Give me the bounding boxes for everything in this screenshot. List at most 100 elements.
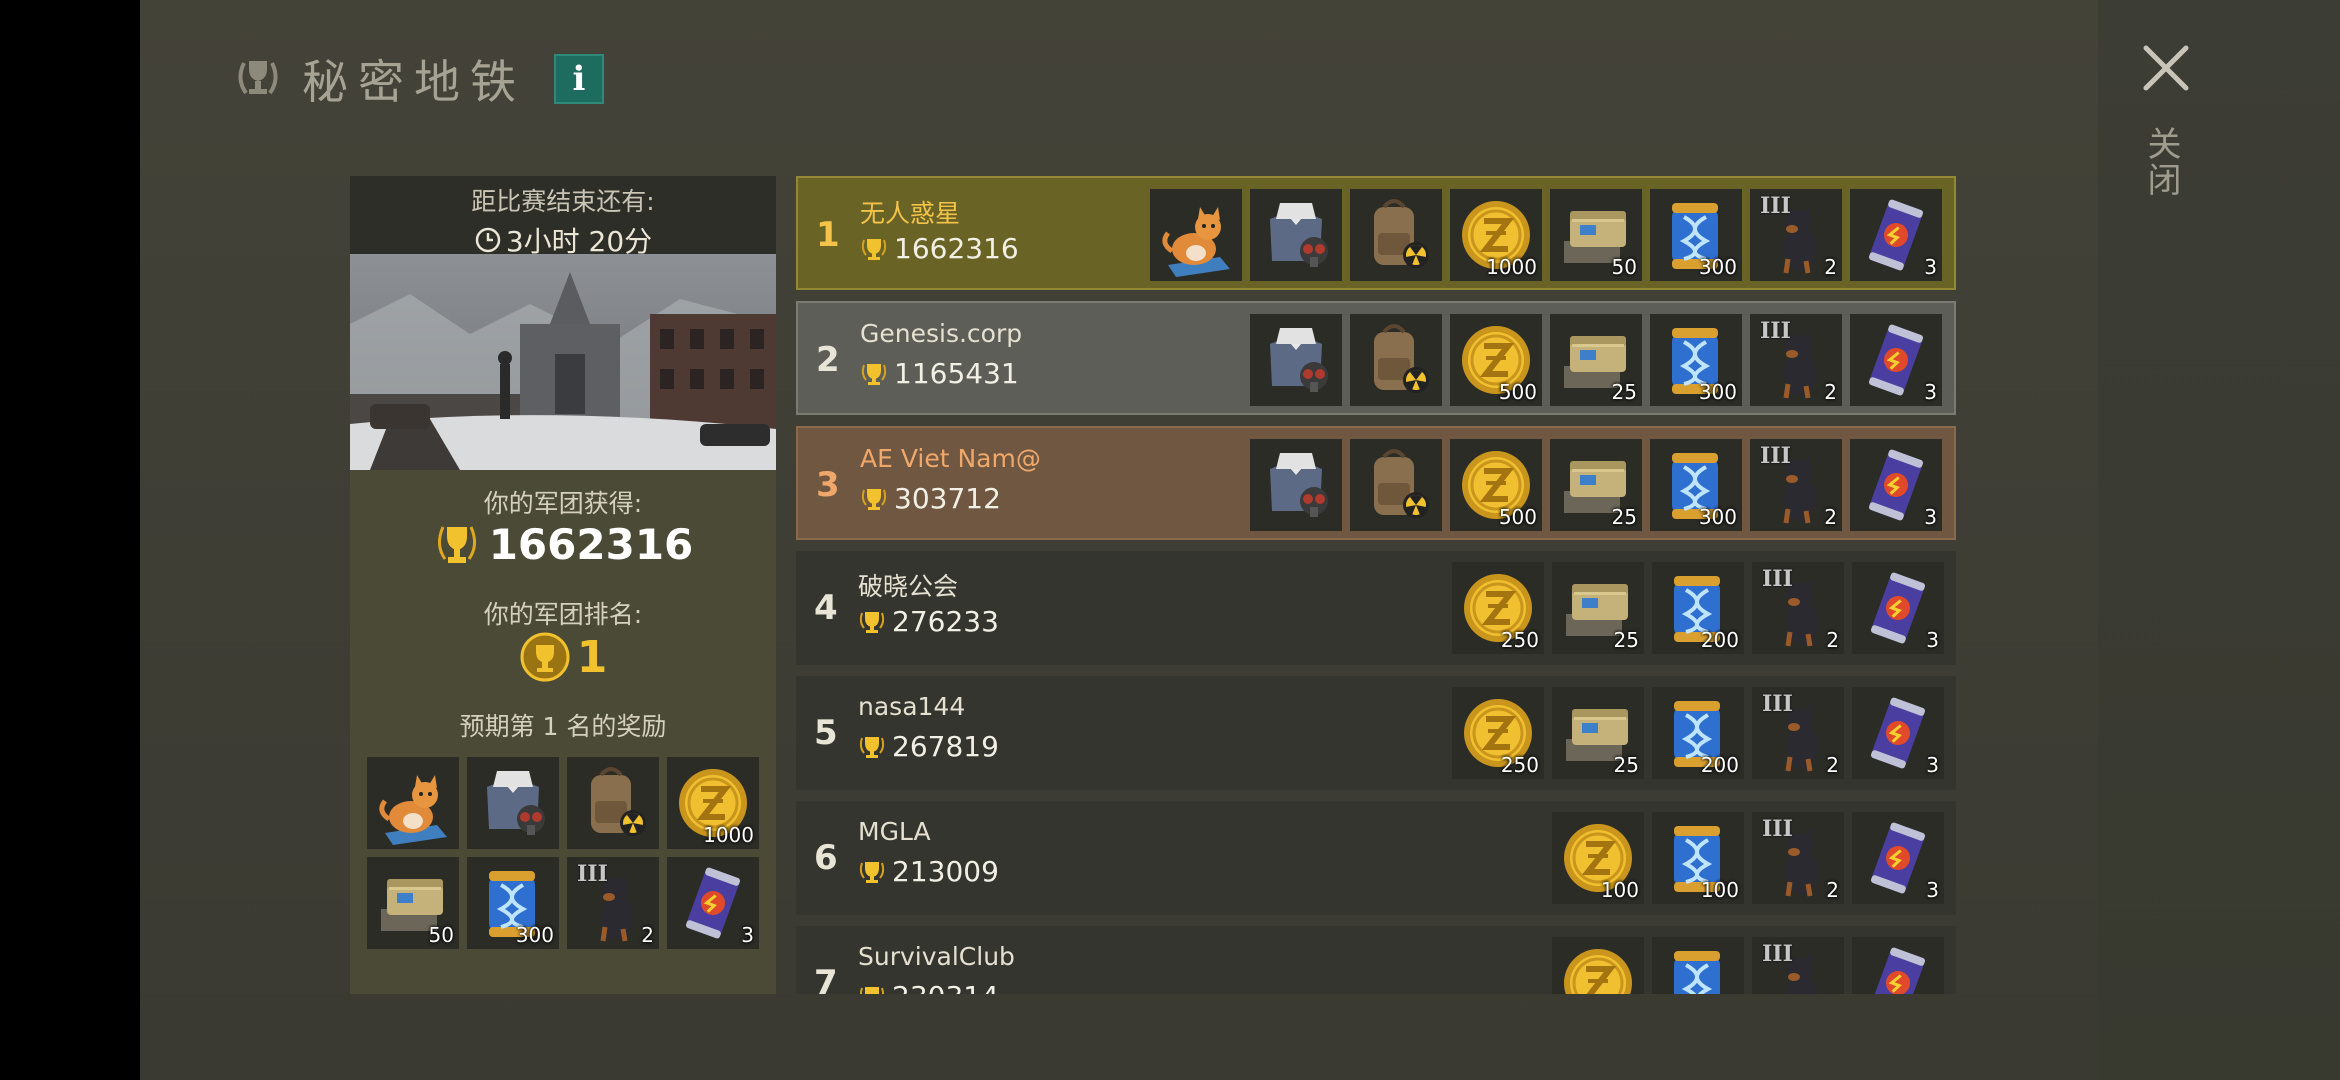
reward-slot[interactable]: III 2: [1752, 562, 1844, 654]
reward-quantity: 300: [1698, 505, 1737, 529]
reward-slot[interactable]: 3: [667, 857, 759, 949]
tier-label: III: [1762, 941, 1793, 967]
reward-slot[interactable]: [1350, 314, 1442, 406]
reward-slot[interactable]: 500: [1450, 314, 1542, 406]
clock-icon: [475, 227, 501, 253]
reward-slot[interactable]: 50: [367, 857, 459, 949]
reward-slot[interactable]: III 2: [1750, 189, 1842, 281]
legion-name: MGLA: [858, 817, 931, 846]
reward-slot[interactable]: 3: [1852, 687, 1944, 779]
rank-display: 1: [350, 631, 776, 683]
legion-name: nasa144: [858, 692, 966, 721]
backpack-icon: [591, 767, 646, 836]
reward-slot[interactable]: [467, 757, 559, 849]
reward-slot[interactable]: 200: [1652, 562, 1744, 654]
reward-slot[interactable]: III 2: [567, 857, 659, 949]
rank-number: 5: [814, 713, 838, 753]
reward-slot[interactable]: III: [1752, 937, 1844, 994]
energy-can-icon: [1871, 947, 1926, 994]
coin-icon: [1564, 949, 1632, 994]
reward-slot[interactable]: III 2: [1752, 687, 1844, 779]
reward-slot[interactable]: [1652, 937, 1744, 994]
reward-slot[interactable]: [1350, 439, 1442, 531]
reward-quantity: 3: [1926, 753, 1939, 777]
reward-slot[interactable]: [1150, 189, 1242, 281]
reward-slot[interactable]: 300: [1650, 189, 1742, 281]
score-value: 213009: [892, 855, 999, 888]
info-button[interactable]: i: [554, 54, 604, 104]
event-info-panel: 距比赛结束还有: 3小时 20分 你的军团获得: 1662316 你的军团排名:…: [350, 176, 776, 994]
leaderboard-row[interactable]: 2 Genesis.corp 1165431 500 25 300 III 2 3: [796, 301, 1956, 415]
reward-slot[interactable]: 100: [1652, 812, 1744, 904]
reward-slot[interactable]: 25: [1552, 687, 1644, 779]
trophy-icon: [437, 525, 476, 563]
legion-score: 1662316: [860, 232, 1019, 265]
reward-slot[interactable]: 500: [1450, 439, 1542, 531]
reward-slot[interactable]: [567, 757, 659, 849]
legion-score: 213009: [858, 855, 999, 888]
trophy-icon: [861, 488, 887, 510]
row-rewards: 500 25 300 III 2 3: [1250, 439, 1942, 531]
reward-slot[interactable]: 250: [1452, 687, 1544, 779]
reward-slot[interactable]: 3: [1852, 562, 1944, 654]
score-value: 1662316: [894, 232, 1019, 265]
reward-slot[interactable]: [1250, 314, 1342, 406]
leaderboard-row[interactable]: 3 AE Viet Nam@ 303712 500 25 300 III 2 3: [796, 426, 1956, 540]
reward-quantity: 200: [1700, 628, 1739, 652]
reward-slot[interactable]: 3: [1850, 189, 1942, 281]
reward-slot[interactable]: 250: [1452, 562, 1544, 654]
reward-quantity: 25: [1613, 628, 1639, 652]
close-button-label[interactable]: 关闭: [2141, 126, 2186, 198]
dna-canister-icon: [1674, 951, 1720, 994]
reward-quantity: 3: [741, 923, 754, 947]
reward-slot[interactable]: 3: [1850, 314, 1942, 406]
reward-quantity: 2: [1826, 753, 1839, 777]
reward-slot[interactable]: 3: [1852, 812, 1944, 904]
reward-slot[interactable]: 100: [1552, 812, 1644, 904]
rank-number: 6: [814, 838, 838, 878]
reward-slot[interactable]: [1552, 937, 1644, 994]
rank-number: 2: [816, 340, 840, 380]
reward-quantity: 3: [1924, 255, 1937, 279]
reward-slot[interactable]: [367, 757, 459, 849]
reward-slot[interactable]: 25: [1550, 314, 1642, 406]
countdown-label: 距比赛结束还有:: [471, 187, 655, 216]
reward-slot[interactable]: 200: [1652, 687, 1744, 779]
backpack-icon: [1374, 199, 1429, 268]
event-banner-image: [350, 254, 776, 470]
reward-slot[interactable]: III 2: [1750, 314, 1842, 406]
reward-quantity: 250: [1500, 628, 1539, 652]
reward-slot[interactable]: [1250, 439, 1342, 531]
reward-quantity: 100: [1600, 878, 1639, 902]
reward-slot[interactable]: 25: [1552, 562, 1644, 654]
reward-slot[interactable]: 300: [1650, 314, 1742, 406]
reward-slot[interactable]: 1000: [1450, 189, 1542, 281]
tier-label: III: [577, 861, 608, 887]
tier-label: III: [1760, 443, 1791, 469]
reward-slot[interactable]: 3: [1850, 439, 1942, 531]
reward-slot[interactable]: 25: [1550, 439, 1642, 531]
leaderboard-row[interactable]: 7 SurvivalClub 230314 III: [796, 926, 1956, 994]
close-icon[interactable]: [2138, 40, 2194, 96]
reward-slot[interactable]: 50: [1550, 189, 1642, 281]
score-value: 267819: [892, 730, 999, 763]
reward-slot[interactable]: 1000: [667, 757, 759, 849]
rank-number: 1: [816, 215, 840, 255]
reward-slot[interactable]: 300: [467, 857, 559, 949]
reward-slot[interactable]: [1350, 189, 1442, 281]
row-rewards: 500 25 300 III 2 3: [1250, 314, 1942, 406]
leaderboard-row[interactable]: 1 无人惑星 1662316 1000 50 300 III 2 3: [796, 176, 1956, 290]
leaderboard[interactable]: 1 无人惑星 1662316 1000 50 300 III 2 3 2 Genesis.corp 1…: [796, 176, 1956, 994]
reward-quantity: 300: [1698, 255, 1737, 279]
reward-slot[interactable]: [1852, 937, 1944, 994]
leaderboard-row[interactable]: 5 nasa144 267819 250 25 200 III 2 3: [796, 676, 1956, 790]
reward-quantity: 250: [1500, 753, 1539, 777]
reward-slot[interactable]: [1250, 189, 1342, 281]
reward-slot[interactable]: 300: [1650, 439, 1742, 531]
reward-slot[interactable]: III 2: [1750, 439, 1842, 531]
leaderboard-row[interactable]: 6 MGLA 213009 100 100 III 2 3: [796, 801, 1956, 915]
leaderboard-row[interactable]: 4 破晓公会 276233 250 25 200 III 2 3: [796, 551, 1956, 665]
reward-quantity: 50: [428, 923, 454, 947]
reward-slot[interactable]: III 2: [1752, 812, 1844, 904]
trophy-icon: [859, 861, 885, 883]
